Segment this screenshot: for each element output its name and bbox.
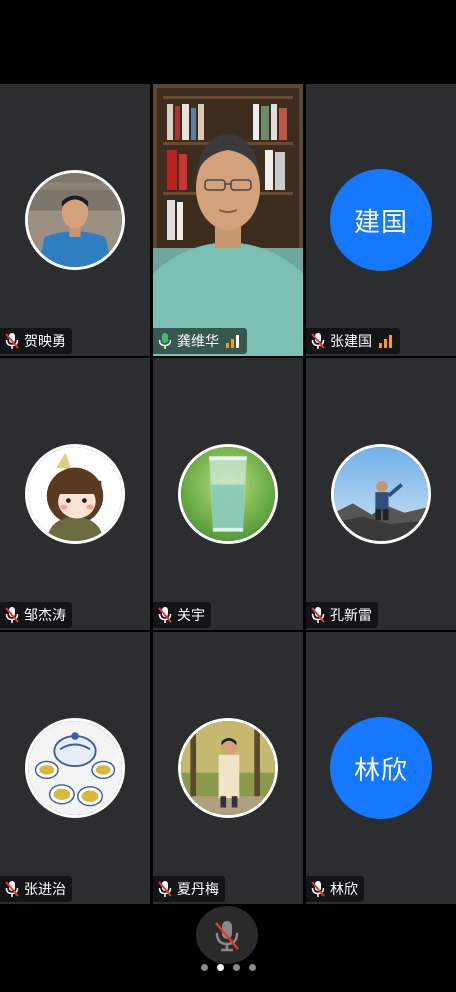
participant-tile-video[interactable]: 龚维华	[153, 84, 303, 356]
participant-name-tag: 张进治	[0, 876, 72, 902]
mic-active-icon	[158, 333, 172, 349]
mic-muted-icon	[158, 881, 172, 897]
page-dot-active[interactable]	[216, 964, 224, 971]
participant-name-tag: 张建国	[306, 328, 400, 354]
signal-strength-icon	[379, 335, 392, 348]
mic-muted-icon	[5, 607, 19, 623]
mic-muted-icon	[5, 881, 19, 897]
participant-name: 贺映勇	[24, 334, 66, 350]
mic-muted-icon	[215, 921, 239, 952]
participant-avatar	[331, 444, 431, 544]
participant-tile[interactable]: 林欣 林欣	[306, 632, 456, 904]
participant-name-tag: 龚维华	[153, 328, 247, 354]
woman-photo-icon	[181, 721, 275, 815]
participant-name-tag: 夏丹梅	[153, 876, 225, 902]
participant-tile[interactable]: 关宇	[153, 358, 303, 630]
participant-avatar	[178, 718, 278, 818]
mic-muted-icon	[5, 333, 19, 349]
mic-muted-icon	[311, 881, 325, 897]
participant-name: 关宇	[177, 608, 205, 624]
participant-avatar	[25, 170, 125, 270]
participant-name-tag: 贺映勇	[0, 328, 72, 354]
page-dot[interactable]	[200, 964, 208, 971]
participant-name-tag: 孔新雷	[306, 602, 378, 628]
live-video-feed	[153, 84, 303, 356]
participant-name: 张建国	[330, 334, 372, 350]
glass-of-water-icon	[181, 447, 275, 541]
participant-tile[interactable]: 贺映勇	[0, 84, 150, 356]
participant-name: 孔新雷	[330, 608, 372, 624]
tea-set-icon	[28, 721, 122, 815]
cartoon-kid-icon	[28, 447, 122, 541]
meeting-screen: 贺映勇 龚维华 建国 张建国 邹杰涛 关宇 孔新雷 张进治 夏丹梅 林欣 林欣	[0, 0, 456, 992]
participant-avatar	[25, 718, 125, 818]
participant-name: 龚维华	[177, 334, 219, 350]
page-dot[interactable]	[232, 964, 240, 971]
participant-tile[interactable]: 夏丹梅	[153, 632, 303, 904]
mic-muted-icon	[311, 607, 325, 623]
participant-name: 张进治	[24, 882, 66, 898]
mute-toggle-button[interactable]	[196, 906, 258, 964]
participant-avatar-initials: 建国	[330, 169, 432, 271]
participant-tile[interactable]: 孔新雷	[306, 358, 456, 630]
participant-avatar	[178, 444, 278, 544]
participant-name-tag: 关宇	[153, 602, 211, 628]
participant-tile[interactable]: 张进治	[0, 632, 150, 904]
man-photo-icon	[28, 173, 122, 267]
participant-name-tag: 邹杰涛	[0, 602, 72, 628]
participant-name: 夏丹梅	[177, 882, 219, 898]
participant-grid: 贺映勇 龚维华 建国 张建国 邹杰涛 关宇 孔新雷 张进治 夏丹梅 林欣 林欣	[0, 84, 456, 904]
participant-tile[interactable]: 邹杰涛	[0, 358, 150, 630]
participant-name: 邹杰涛	[24, 608, 66, 624]
signal-strength-icon	[226, 335, 239, 348]
participant-tile[interactable]: 建国 张建国	[306, 84, 456, 356]
bottom-control-bar	[0, 904, 456, 992]
participant-name-tag: 林欣	[306, 876, 364, 902]
mic-muted-icon	[311, 333, 325, 349]
hiker-photo-icon	[334, 447, 428, 541]
participant-avatar	[25, 444, 125, 544]
participant-name: 林欣	[330, 882, 358, 898]
mic-muted-icon	[158, 607, 172, 623]
page-indicator	[0, 964, 456, 971]
page-dot[interactable]	[248, 964, 256, 971]
participant-avatar-initials: 林欣	[330, 717, 432, 819]
